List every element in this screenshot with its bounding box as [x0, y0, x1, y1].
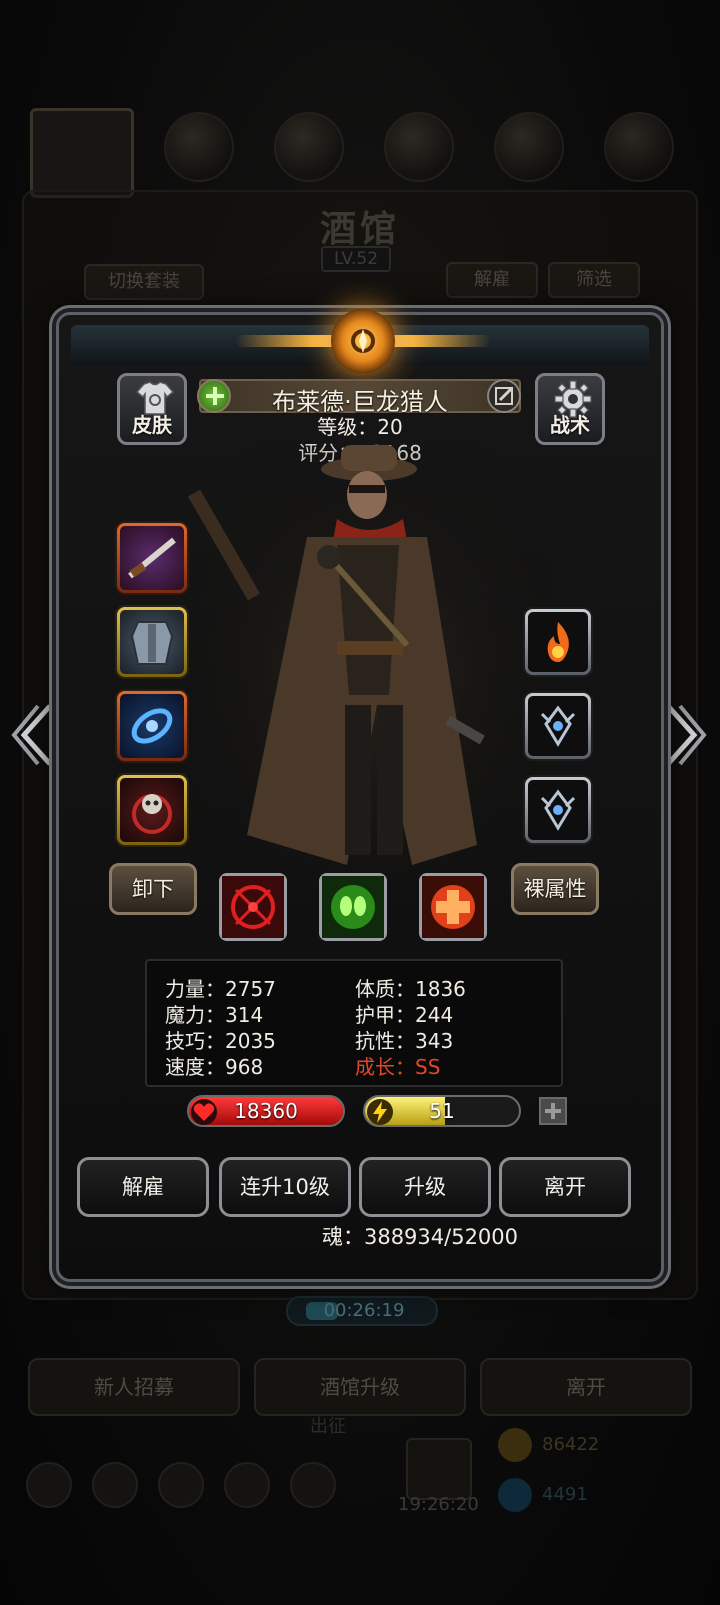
menu-icon — [290, 1462, 336, 1508]
hp-bar: 18360 — [187, 1095, 345, 1127]
armor-icon — [120, 610, 184, 674]
level-up-button[interactable]: 升级 — [359, 1157, 491, 1217]
hero-detail-dialog: 皮肤 布莱德·巨龙猎人 战术 等级：20 评分：13168 — [56, 309, 664, 1282]
switch-outfit-button: 切换套装 — [84, 264, 204, 300]
class-filter-icon — [164, 112, 234, 182]
recruit-button: 新人招募 — [28, 1358, 240, 1416]
timer-text: 00:26:19 — [323, 1300, 405, 1321]
base-attributes-button[interactable]: 裸属性 — [511, 863, 599, 915]
gem-amount: 4491 — [542, 1484, 588, 1505]
heal-cross-skill-icon — [422, 876, 484, 938]
crest-rune-icon — [528, 780, 588, 840]
hero-name-bar: 布莱德·巨龙猎人 — [199, 379, 521, 416]
prev-hero-arrow-icon[interactable] — [10, 700, 60, 770]
gem-icon — [498, 1478, 532, 1512]
stat-growth: 成长：SS — [355, 1055, 441, 1079]
class-filter-icon — [384, 112, 454, 182]
tavern-level: LV.52 — [321, 246, 391, 272]
filter-button: 筛选 — [548, 262, 640, 298]
class-filter-icon — [274, 112, 344, 182]
skill-slot-2[interactable] — [319, 873, 387, 941]
stat-armor: 护甲：244 — [355, 1003, 454, 1027]
unequip-button[interactable]: 卸下 — [109, 863, 197, 915]
stats-panel: 力量：2757 魔力：314 技巧：2035 速度：968 体质：1836 护甲… — [145, 959, 563, 1087]
dismiss-button[interactable]: 解雇 — [77, 1157, 209, 1217]
rifle-icon — [120, 526, 184, 590]
sun-emblem-icon — [331, 309, 395, 373]
armor-slot[interactable] — [117, 607, 187, 677]
next-hero-arrow-icon[interactable] — [658, 700, 708, 770]
stat-skill: 技巧：2035 — [165, 1029, 276, 1053]
weapon-slot[interactable] — [117, 523, 187, 593]
add-plus-icon[interactable] — [197, 379, 231, 413]
add-energy-button[interactable] — [539, 1097, 567, 1125]
bg-dismiss-button: 解雇 — [446, 262, 538, 298]
menu-icon — [158, 1462, 204, 1508]
tavern-upgrade-button: 酒馆升级 — [254, 1358, 466, 1416]
rename-edit-icon[interactable] — [487, 379, 521, 413]
top-hero-strip — [30, 108, 690, 198]
recruit-timer: 00:26:19 — [286, 1296, 438, 1326]
menu-icon — [92, 1462, 138, 1508]
bg-leave-button: 离开 — [480, 1358, 692, 1416]
gift-box-icon — [406, 1438, 472, 1500]
rune-slot-1[interactable] — [525, 609, 591, 675]
accessory-slot[interactable] — [117, 691, 187, 761]
bracer-icon — [120, 694, 184, 758]
leave-button[interactable]: 离开 — [499, 1157, 631, 1217]
poison-skill-icon — [322, 876, 384, 938]
stat-speed: 速度：968 — [165, 1055, 264, 1079]
crosshair-skill-icon — [222, 876, 284, 938]
stat-constitution: 体质：1836 — [355, 977, 466, 1001]
tavern-title: 酒馆 — [319, 208, 400, 250]
class-filter-icon — [494, 112, 564, 182]
skill-slot-1[interactable] — [219, 873, 287, 941]
stat-strength: 力量：2757 — [165, 977, 276, 1001]
energy-bar: 51 — [363, 1095, 521, 1127]
faint-label: 出征 — [310, 1416, 346, 1437]
stat-resistance: 抗性：343 — [355, 1029, 454, 1053]
menu-icon — [26, 1462, 72, 1508]
hp-value: 18360 — [234, 1099, 298, 1123]
rune-slot-3[interactable] — [525, 777, 591, 843]
energy-value: 51 — [429, 1099, 455, 1123]
rune-slot-2[interactable] — [525, 693, 591, 759]
stat-magic: 魔力：314 — [165, 1003, 264, 1027]
class-filter-icon — [604, 112, 674, 182]
crest-rune-icon — [528, 696, 588, 756]
skill-slot-3[interactable] — [419, 873, 487, 941]
skull-amulet-icon — [120, 778, 184, 842]
menu-icon — [224, 1462, 270, 1508]
hero-level: 等级：20 — [317, 415, 403, 439]
soul-counter: 魂：388934/52000 — [321, 1225, 519, 1249]
gold-coin-icon — [498, 1428, 532, 1462]
hero-portrait-thumb — [30, 108, 134, 198]
clock-text: 19:26:20 — [398, 1494, 479, 1515]
trinket-slot[interactable] — [117, 775, 187, 845]
hero-character-portrait — [177, 445, 557, 905]
level-up-10-button[interactable]: 连升10级 — [219, 1157, 351, 1217]
gold-amount: 86422 — [542, 1434, 600, 1455]
fire-rune-icon — [528, 612, 588, 672]
